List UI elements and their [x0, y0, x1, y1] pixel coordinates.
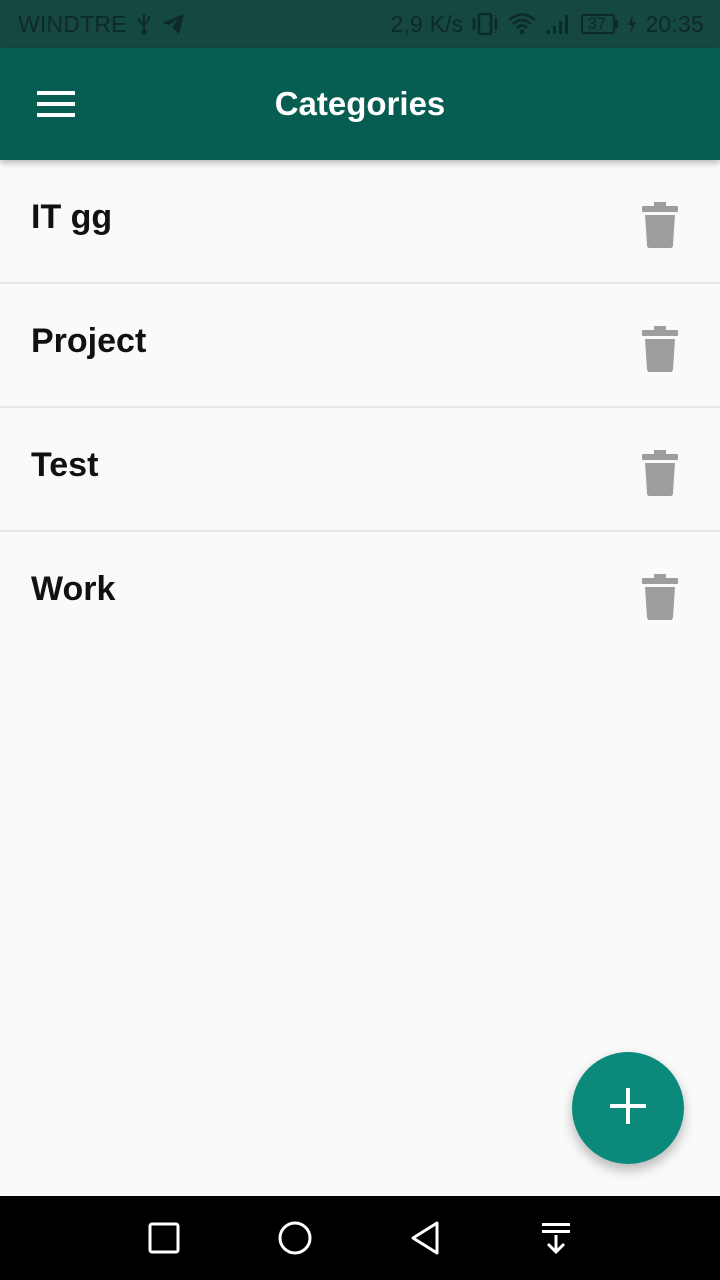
charging-icon	[627, 13, 637, 35]
trash-icon[interactable]	[640, 448, 680, 498]
carrier-name: WINDTRE	[18, 10, 127, 37]
vibrate-icon	[471, 12, 499, 36]
usb-icon	[135, 13, 153, 35]
category-list: IT gg Project Test Work	[0, 160, 720, 656]
screen: WINDTRE 2,9 K/s 37 20:35 Categories IT g…	[0, 0, 720, 1280]
list-item[interactable]: Project	[0, 284, 720, 408]
trash-icon[interactable]	[640, 200, 680, 250]
status-bar-right: 2,9 K/s 37 20:35	[390, 11, 704, 38]
trash-icon[interactable]	[640, 324, 680, 374]
battery-icon: 37	[581, 13, 619, 35]
category-label: Project	[31, 322, 147, 360]
list-item[interactable]: Work	[0, 532, 720, 656]
signal-icon	[545, 12, 573, 36]
plus-icon	[610, 1087, 646, 1129]
status-bar-left: WINDTRE	[18, 11, 185, 38]
hamburger-menu-icon[interactable]	[0, 76, 112, 132]
category-label: Test	[31, 446, 99, 484]
add-category-button[interactable]	[572, 1052, 684, 1164]
app-bar: Categories	[0, 48, 720, 160]
trash-icon[interactable]	[640, 572, 680, 622]
telegram-icon	[161, 13, 185, 35]
home-circle-icon[interactable]	[259, 1202, 331, 1274]
recents-square-icon[interactable]	[128, 1202, 200, 1274]
list-item[interactable]: Test	[0, 408, 720, 532]
list-item[interactable]: IT gg	[0, 160, 720, 284]
category-label: IT gg	[31, 198, 113, 236]
system-nav-bar	[0, 1196, 720, 1280]
clock: 20:35	[645, 10, 704, 37]
battery-level: 37	[587, 14, 607, 33]
category-label: Work	[31, 570, 116, 608]
notification-pull-icon[interactable]	[520, 1202, 592, 1274]
wifi-icon	[507, 12, 537, 36]
back-triangle-icon[interactable]	[389, 1202, 461, 1274]
status-bar: WINDTRE 2,9 K/s 37 20:35	[0, 0, 720, 48]
network-speed: 2,9 K/s	[390, 10, 464, 37]
